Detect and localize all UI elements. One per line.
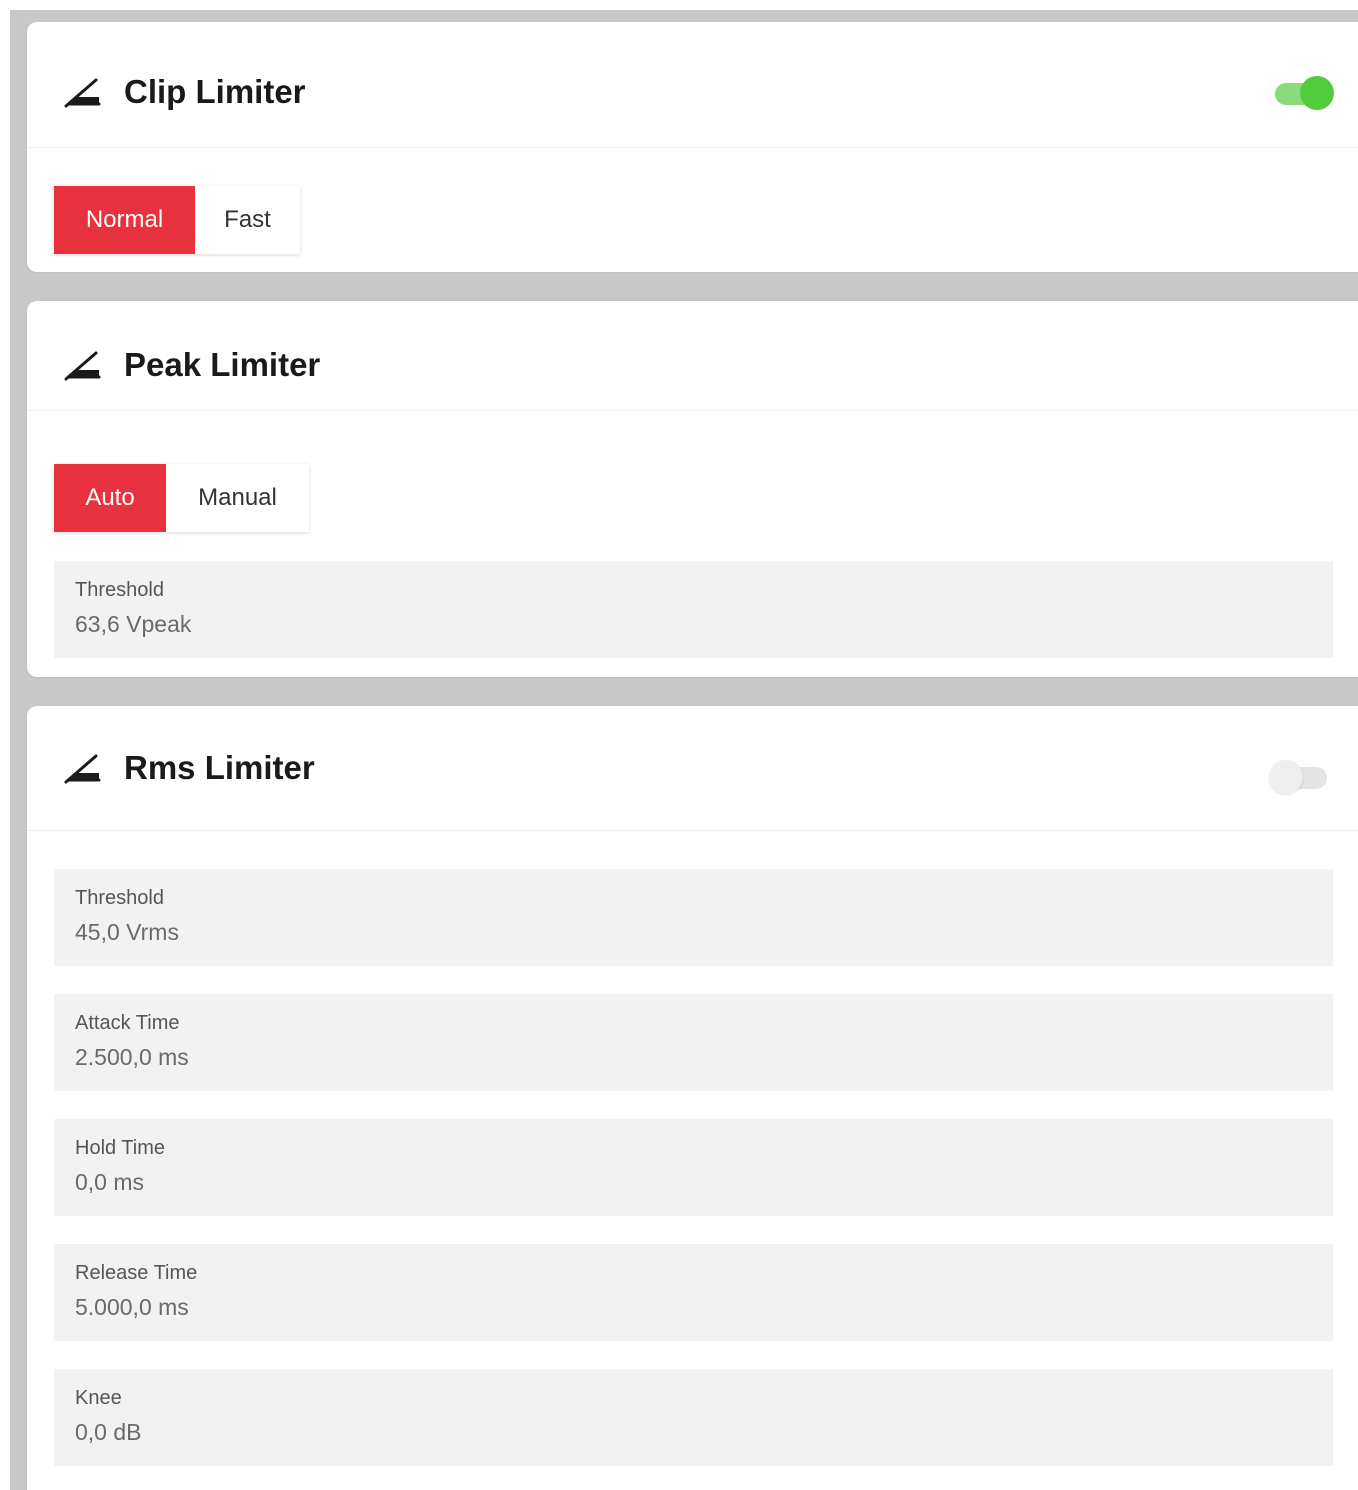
param-value: 5.000,0 ms [75, 1294, 189, 1320]
rms-threshold-field[interactable]: Threshold 45,0 Vrms [54, 869, 1333, 966]
toggle-knob [1269, 760, 1303, 794]
toggle-knob [1300, 76, 1334, 110]
rms-hold-time-field[interactable]: Hold Time 0,0 ms [54, 1119, 1333, 1216]
peak-threshold-field[interactable]: Threshold 63,6 Vpeak [54, 561, 1333, 658]
peak-limiter-mode-selector: Auto Manual [54, 464, 309, 532]
rms-limiter-title: Rms Limiter [124, 749, 315, 786]
param-value: 2.500,0 ms [75, 1044, 189, 1070]
mode-fast-button[interactable]: Fast [195, 186, 300, 254]
limiter-icon [64, 78, 101, 108]
clip-limiter-mode-selector: Normal Fast [54, 186, 300, 254]
rms-attack-time-field[interactable]: Attack Time 2.500,0 ms [54, 994, 1333, 1091]
peak-limiter-card: Peak Limiter Auto Manual Threshold 63,6 … [27, 301, 1358, 677]
clip-limiter-header: Clip Limiter [27, 22, 1358, 148]
param-label: Attack Time [75, 1012, 180, 1034]
limiter-icon [64, 754, 101, 784]
peak-limiter-title: Peak Limiter [124, 346, 321, 383]
rms-limiter-card: Rms Limiter Threshold 45,0 Vrms Attack T… [27, 706, 1358, 1490]
rms-limiter-header: Rms Limiter [27, 706, 1358, 831]
param-value: 0,0 ms [75, 1169, 145, 1195]
param-label: Knee [75, 1387, 122, 1409]
param-value: 0,0 dB [75, 1419, 142, 1445]
rms-knee-field[interactable]: Knee 0,0 dB [54, 1369, 1333, 1466]
rms-limiter-toggle[interactable] [1269, 759, 1329, 795]
clip-limiter-card: Clip Limiter Normal Fast [27, 22, 1358, 272]
clip-limiter-title: Clip Limiter [124, 73, 306, 110]
param-value: 45,0 Vrms [75, 919, 179, 945]
param-label: Threshold [75, 887, 164, 909]
limiter-panel: Clip Limiter Normal Fast Peak Limiter Au… [10, 10, 1358, 1490]
param-label: Hold Time [75, 1137, 166, 1159]
param-label: Threshold [75, 579, 164, 601]
rms-release-time-field[interactable]: Release Time 5.000,0 ms [54, 1244, 1333, 1341]
mode-manual-button[interactable]: Manual [166, 464, 309, 532]
peak-limiter-header: Peak Limiter [27, 301, 1358, 411]
param-value: 63,6 Vpeak [75, 611, 192, 637]
mode-auto-button[interactable]: Auto [54, 464, 166, 532]
param-label: Release Time [75, 1262, 198, 1284]
mode-normal-button[interactable]: Normal [54, 186, 195, 254]
limiter-icon [64, 351, 101, 381]
clip-limiter-toggle[interactable] [1273, 75, 1334, 111]
